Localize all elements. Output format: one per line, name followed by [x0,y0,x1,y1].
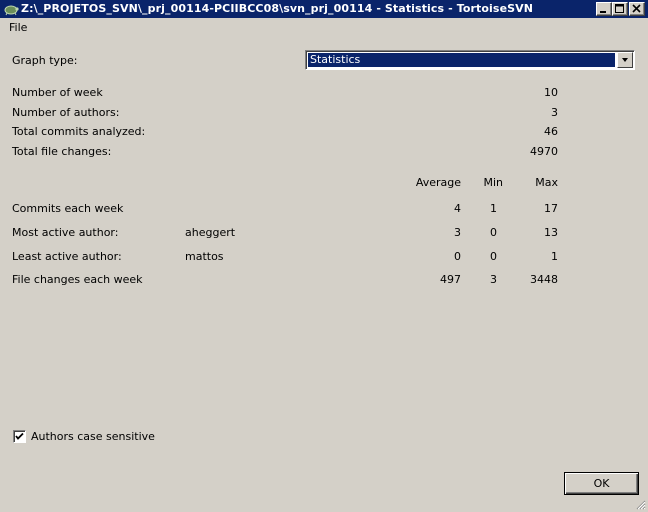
authors-label: Number of authors: [12,106,120,119]
max-value: 1 [551,250,558,263]
row-label: Commits each week [12,202,124,215]
weeks-value: 10 [544,86,558,99]
min-value: 1 [490,202,497,215]
graph-type-label: Graph type: [12,54,78,67]
row-label: File changes each week [12,273,143,286]
author-name: mattos [185,250,224,263]
min-value: 0 [490,250,497,263]
average-header: Average [415,176,461,189]
weeks-label: Number of week [12,86,103,99]
changes-label: Total file changes: [12,145,112,158]
max-value: 17 [544,202,558,215]
authors-value: 3 [551,106,558,119]
window-title: Z:\_PROJETOS_SVN\_prj_00114-PCIIBCC08\sv… [21,2,534,15]
statistics-window: Z:\_PROJETOS_SVN\_prj_00114-PCIIBCC08\sv… [0,0,648,512]
changes-value: 4970 [530,145,558,158]
authors-case-sensitive-label[interactable]: Authors case sensitive [31,430,155,443]
title-bar[interactable]: Z:\_PROJETOS_SVN\_prj_00114-PCIIBCC08\sv… [0,0,648,18]
checkmark-icon [15,432,24,440]
dropdown-button[interactable] [617,52,633,68]
close-button[interactable] [629,2,645,16]
maximize-icon [615,4,624,13]
commits-label: Total commits analyzed: [12,125,146,138]
average-value: 4 [454,202,461,215]
minimize-button[interactable] [596,2,612,16]
min-value: 0 [490,226,497,239]
min-header: Min [483,176,503,189]
average-value: 3 [454,226,461,239]
ok-button[interactable]: OK [564,472,639,495]
minimize-icon [600,11,606,13]
chevron-down-icon [622,58,628,62]
menu-file[interactable]: File [8,21,28,34]
resize-grip-icon[interactable] [634,498,646,510]
graph-type-select[interactable]: Statistics [305,50,635,70]
row-label: Least active author: [12,250,122,263]
close-icon [632,4,641,13]
commits-value: 46 [544,125,558,138]
average-value: 0 [454,250,461,263]
max-header: Max [535,176,558,189]
tortoisesvn-icon [3,1,19,17]
row-label: Most active author: [12,226,119,239]
menu-bar: File [0,19,648,37]
maximize-button[interactable] [612,2,628,16]
max-value: 13 [544,226,558,239]
author-name: aheggert [185,226,236,239]
graph-type-value: Statistics [308,53,615,67]
authors-case-sensitive-checkbox[interactable] [13,430,26,443]
max-value: 3448 [530,273,558,286]
average-value: 497 [440,273,461,286]
min-value: 3 [490,273,497,286]
